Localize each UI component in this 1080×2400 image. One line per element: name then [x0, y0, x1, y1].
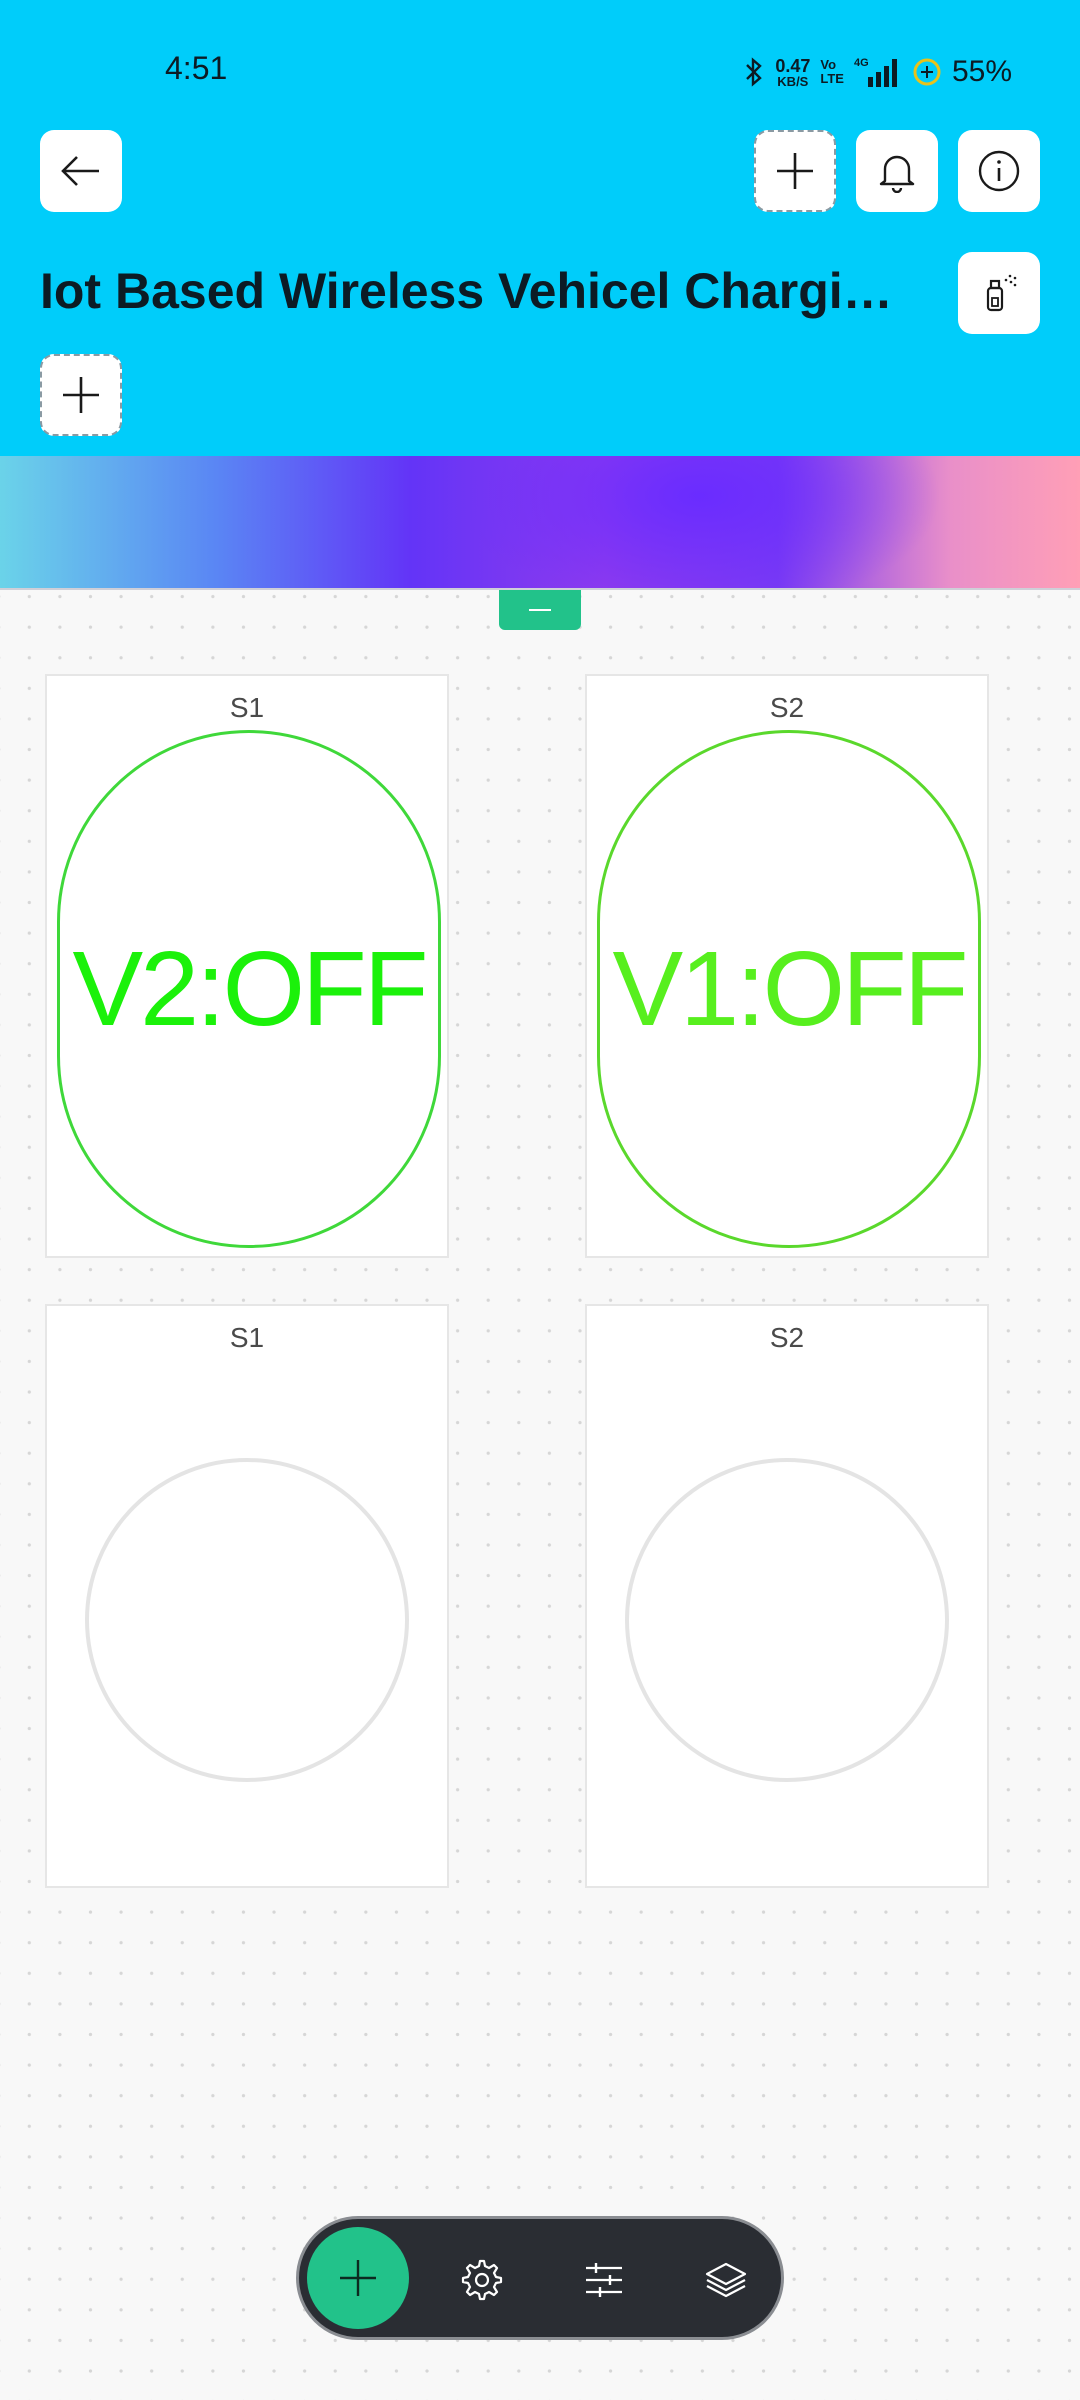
status-time: 4:51 — [165, 50, 228, 86]
plus-icon — [63, 377, 99, 413]
add-widget-button[interactable] — [40, 354, 122, 436]
widget-title: S2 — [769, 1322, 805, 1353]
widget-s2-led[interactable]: S2 — [585, 1304, 989, 1888]
add-button[interactable] — [307, 2227, 409, 2329]
widget-s2-label[interactable]: S2 V1:OFF — [585, 674, 989, 1258]
info-button[interactable] — [958, 130, 1040, 212]
filters-button[interactable] — [581, 2257, 627, 2303]
signal-icon: 4G — [854, 57, 897, 87]
led-indicator — [85, 1458, 409, 1782]
battery-percent: 55% — [951, 55, 1012, 88]
info-icon — [978, 150, 1020, 192]
spray-button[interactable] — [958, 252, 1040, 334]
led-indicator — [625, 1458, 949, 1782]
led-label-text: V2:OFF — [72, 930, 428, 1048]
arrow-left-icon — [61, 156, 99, 186]
sliders-icon — [586, 2263, 622, 2297]
status-icons: 0.47 KB/S Vo LTE 4G 55% — [743, 50, 1012, 94]
add-header-widget-button[interactable] — [754, 130, 836, 212]
battery-icon — [913, 58, 941, 86]
widget-s1-label[interactable]: S1 V2:OFF — [45, 674, 449, 1258]
gear-icon — [461, 2259, 503, 2301]
header-banner-image — [0, 456, 1080, 590]
layers-button[interactable] — [703, 2257, 749, 2303]
led-label-text: V1:OFF — [612, 930, 968, 1048]
widget-s1-led[interactable]: S1 — [45, 1304, 449, 1888]
back-button[interactable] — [40, 130, 122, 212]
minus-icon — [529, 609, 551, 611]
collapse-header-button[interactable] — [499, 590, 581, 630]
led-label: V1:OFF — [597, 730, 981, 1248]
spray-can-icon — [986, 274, 1017, 312]
bluetooth-icon — [746, 57, 763, 87]
plus-icon — [777, 153, 813, 189]
bottom-toolbar — [296, 2216, 784, 2340]
bell-icon — [879, 155, 915, 193]
network-speed: 0.47 KB/S — [775, 55, 811, 89]
widget-title: S1 — [229, 692, 265, 723]
volte-indicator: Vo LTE — [820, 57, 844, 86]
status-bar: 4:51 0.47 KB/S Vo LTE 4G 55% — [0, 0, 1080, 120]
widget-title: S2 — [769, 692, 805, 723]
notifications-button[interactable] — [856, 130, 938, 212]
network-type-label: 4G — [854, 57, 869, 69]
widget-title: S1 — [229, 1322, 265, 1353]
header: 4:51 0.47 KB/S Vo LTE 4G 55% Iot Based W… — [0, 0, 1080, 456]
layers-icon — [705, 2262, 747, 2298]
plus-icon — [340, 2260, 376, 2296]
led-label: V2:OFF — [57, 730, 441, 1248]
page-title: Iot Based Wireless Vehicel Charging Stat… — [40, 263, 920, 319]
settings-button[interactable] — [459, 2257, 505, 2303]
